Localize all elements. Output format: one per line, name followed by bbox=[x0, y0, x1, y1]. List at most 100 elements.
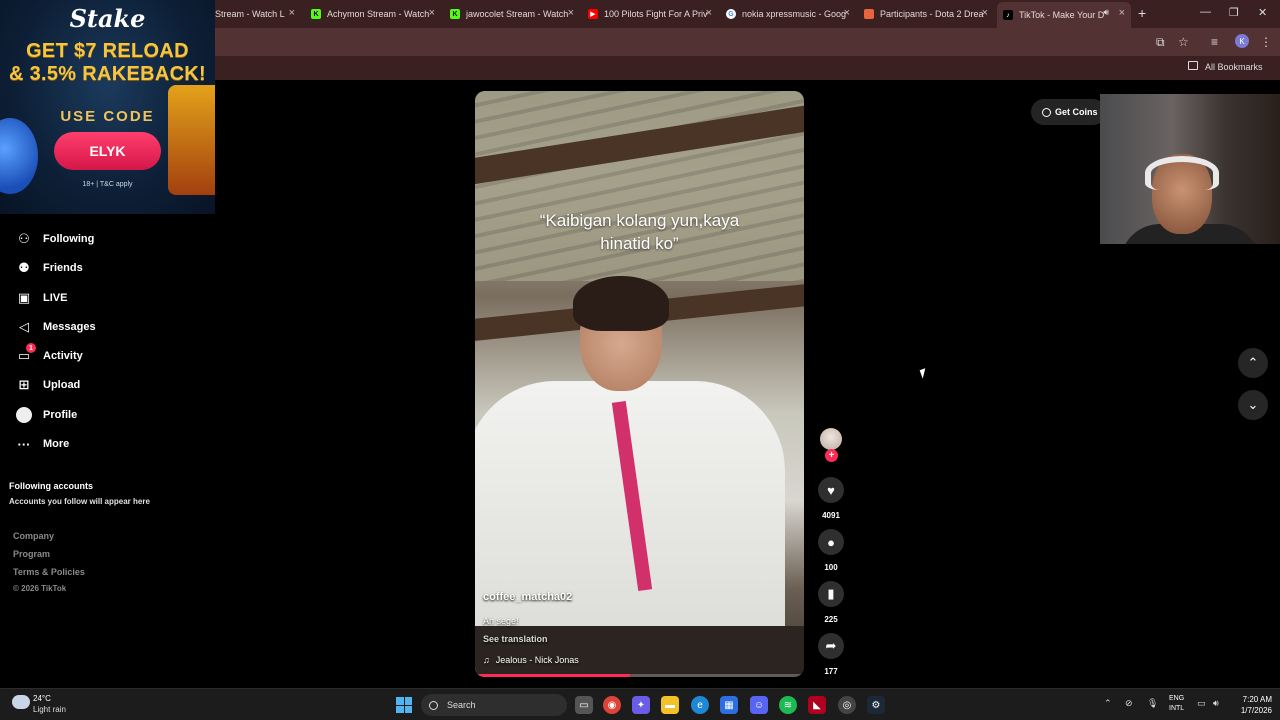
get-coins-label: Get Coins bbox=[1055, 107, 1098, 117]
follow-plus-button[interactable]: + bbox=[825, 449, 838, 462]
kick-icon: K bbox=[450, 9, 460, 19]
video-username[interactable]: coffee_matcha02 bbox=[483, 591, 572, 603]
music-note-icon: ♫ bbox=[483, 655, 490, 665]
discord-icon[interactable]: ☺ bbox=[750, 696, 768, 714]
browser-tab[interactable]: K jawocolet Stream - Watch × bbox=[450, 4, 574, 24]
see-translation-link[interactable]: See translation bbox=[483, 634, 548, 644]
minimize-icon[interactable]: — bbox=[1200, 6, 1211, 18]
ad-use-code: USE CODE bbox=[60, 108, 155, 125]
bookmark-star-icon[interactable]: ☆ bbox=[1178, 35, 1189, 49]
get-coins-button[interactable]: Get Coins bbox=[1031, 99, 1106, 125]
start-button[interactable] bbox=[396, 697, 412, 713]
ad-headline: GET $7 RELOAD bbox=[26, 40, 189, 62]
browser-tab[interactable]: Participants - Dota 2 Drea × bbox=[864, 4, 988, 24]
clock-date: 1/7/2026 bbox=[1240, 706, 1272, 715]
share-count: 177 bbox=[824, 667, 838, 676]
language-indicator[interactable]: ENG INTL bbox=[1169, 694, 1184, 714]
video-text-overlay: “Kaibigan kolang yun,kaya hinatid ko” bbox=[475, 209, 804, 255]
close-icon[interactable]: × bbox=[289, 7, 295, 19]
overlay-line: “Kaibigan kolang yun,kaya bbox=[539, 211, 740, 230]
lang-layout: INTL bbox=[1169, 705, 1185, 712]
copilot-icon[interactable]: ✦ bbox=[632, 696, 650, 714]
stake-ad-overlay: Stake GET $7 RELOAD & 3.5% RAKEBACK! USE… bbox=[0, 0, 215, 214]
browser-tab-active[interactable]: ♪ TikTok - Make Your D 🔊︎ × bbox=[997, 2, 1131, 28]
video-music[interactable]: ♫ Jealous - Nick Jonas bbox=[483, 655, 579, 665]
share-button[interactable]: ➦ bbox=[818, 633, 844, 659]
footer-link-terms[interactable]: Terms & Policies bbox=[13, 567, 85, 577]
new-tab-button[interactable]: + bbox=[1138, 5, 1146, 21]
steam-icon[interactable]: ⚙ bbox=[867, 696, 885, 714]
obs-icon[interactable]: ◎ bbox=[838, 696, 856, 714]
close-icon[interactable]: × bbox=[844, 7, 850, 19]
following-icon: ⚇ bbox=[18, 231, 30, 246]
sidebar-item-more[interactable]: ··· More bbox=[16, 434, 70, 454]
activity-icon: ▭ 1 bbox=[16, 343, 36, 364]
more-icon: ··· bbox=[17, 436, 31, 452]
menu-kebab-icon[interactable]: ⋮ bbox=[1260, 35, 1272, 49]
install-app-icon[interactable]: ⧉ bbox=[1156, 35, 1165, 50]
close-icon[interactable]: × bbox=[429, 7, 435, 19]
tab-title: 100 Pilots Fight For A Priv bbox=[604, 9, 708, 19]
weather-cloud-icon[interactable] bbox=[12, 695, 30, 709]
profile-avatar[interactable]: K bbox=[1235, 34, 1249, 48]
save-button[interactable]: ▮ bbox=[818, 581, 844, 607]
store-icon[interactable]: ▦ bbox=[720, 696, 738, 714]
share-icon: ➦ bbox=[825, 638, 837, 653]
close-icon[interactable]: × bbox=[1119, 7, 1125, 19]
sidebar-item-upload[interactable]: ⊞ Upload bbox=[16, 375, 81, 395]
sidebar-item-live[interactable]: ▣ LIVE bbox=[16, 288, 68, 308]
media-controls-icon[interactable]: ≡ bbox=[1211, 35, 1218, 49]
taskbar-search[interactable]: Search bbox=[421, 694, 567, 716]
task-view-icon[interactable]: ▭ bbox=[575, 696, 593, 714]
sidebar-item-profile[interactable]: Profile bbox=[16, 405, 77, 425]
network-icon[interactable]: ⊘ bbox=[1125, 698, 1133, 709]
all-bookmarks-button[interactable]: All Bookmarks bbox=[1205, 62, 1263, 72]
video-progress-bar[interactable] bbox=[475, 674, 804, 677]
chevron-up-icon[interactable]: ⌃ bbox=[1104, 698, 1112, 709]
sidebar-item-messages[interactable]: ◁ Messages bbox=[16, 317, 96, 337]
file-explorer-icon[interactable]: ▬ bbox=[661, 696, 679, 714]
sidebar-item-label: Profile bbox=[43, 409, 78, 421]
video-player[interactable]: “Kaibigan kolang yun,kaya hinatid ko” co… bbox=[475, 91, 804, 677]
speaker-icon[interactable]: 🔊︎ bbox=[1103, 7, 1109, 18]
browser-tab[interactable]: ▶ 100 Pilots Fight For A Priv × bbox=[588, 4, 712, 24]
spotify-icon[interactable]: ≋ bbox=[779, 696, 797, 714]
close-icon[interactable]: × bbox=[982, 7, 988, 19]
footer-link-company[interactable]: Company bbox=[13, 531, 54, 541]
sidebar-item-activity[interactable]: ▭ 1 Activity bbox=[16, 343, 83, 366]
edge-icon[interactable]: e bbox=[691, 696, 709, 714]
microphone-icon[interactable]: 🎙︎ bbox=[1147, 698, 1158, 709]
sidebar-item-label: More bbox=[43, 438, 70, 450]
next-video-button[interactable]: ⌄ bbox=[1238, 390, 1268, 420]
friends-icon: ⚉ bbox=[18, 260, 30, 275]
profile-avatar-wrap bbox=[16, 407, 32, 423]
close-icon[interactable]: × bbox=[706, 7, 712, 19]
browser-tab[interactable]: K Achymon Stream - Watch × bbox=[311, 4, 435, 24]
volume-icon[interactable]: 🔊︎ bbox=[1213, 698, 1219, 709]
liquipedia-icon bbox=[864, 9, 874, 19]
headphones-graphic bbox=[1145, 156, 1219, 190]
app-icon[interactable]: ◣ bbox=[808, 696, 826, 714]
close-window-icon[interactable]: ✕ bbox=[1258, 6, 1267, 19]
search-placeholder: Search bbox=[447, 700, 476, 710]
heart-icon: ♥ bbox=[827, 482, 835, 498]
sidebar-item-following[interactable]: ⚇ Following bbox=[16, 229, 94, 249]
like-button[interactable]: ♥ bbox=[818, 477, 844, 503]
close-icon[interactable]: × bbox=[568, 7, 574, 19]
monitor-icon[interactable]: ▭ bbox=[1197, 698, 1206, 709]
weather-temp[interactable]: 24°C bbox=[33, 694, 51, 703]
sidebar-item-friends[interactable]: ⚉ Friends bbox=[16, 258, 83, 278]
browser-tab[interactable]: Stream - Watch L × bbox=[215, 4, 295, 24]
tab-title: Participants - Dota 2 Drea bbox=[880, 9, 984, 19]
browser-tab[interactable]: G nokia xpressmusic - Goog × bbox=[726, 4, 850, 24]
creator-avatar[interactable] bbox=[820, 428, 842, 450]
restore-icon[interactable]: ❐ bbox=[1229, 6, 1239, 19]
taskbar-clock[interactable]: 7:20 AM 1/7/2026 bbox=[1232, 694, 1272, 716]
folder-icon bbox=[1188, 61, 1198, 70]
chevron-down-icon: ⌄ bbox=[1247, 397, 1259, 412]
footer-link-program[interactable]: Program bbox=[13, 549, 50, 559]
weather-desc[interactable]: Light rain bbox=[33, 705, 66, 714]
previous-video-button[interactable]: ⌃ bbox=[1238, 348, 1268, 378]
comment-button[interactable]: ● bbox=[818, 529, 844, 555]
chrome-icon[interactable]: ◉ bbox=[603, 696, 621, 714]
